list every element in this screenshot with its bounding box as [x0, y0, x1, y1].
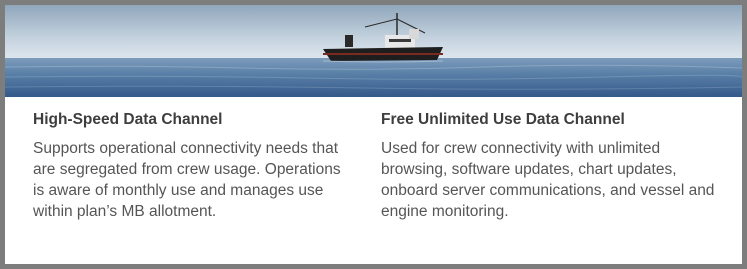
channel-description: Used for crew connectivity with unlimite…: [381, 140, 715, 220]
high-speed-channel-card: High-Speed Data Channel Supports operati…: [33, 111, 353, 222]
channel-title: High-Speed Data Channel: [33, 111, 223, 128]
channel-columns: High-Speed Data Channel Supports operati…: [5, 97, 742, 264]
channel-description: Supports operational connectivity needs …: [33, 140, 341, 220]
channel-title: Free Unlimited Use Data Channel: [381, 111, 625, 128]
unlimited-channel-card: Free Unlimited Use Data Channel Used for…: [381, 111, 726, 222]
ship-at-sea-image: [5, 5, 742, 97]
vessel-photo: [5, 5, 742, 97]
info-panel: High-Speed Data Channel Supports operati…: [0, 0, 747, 269]
